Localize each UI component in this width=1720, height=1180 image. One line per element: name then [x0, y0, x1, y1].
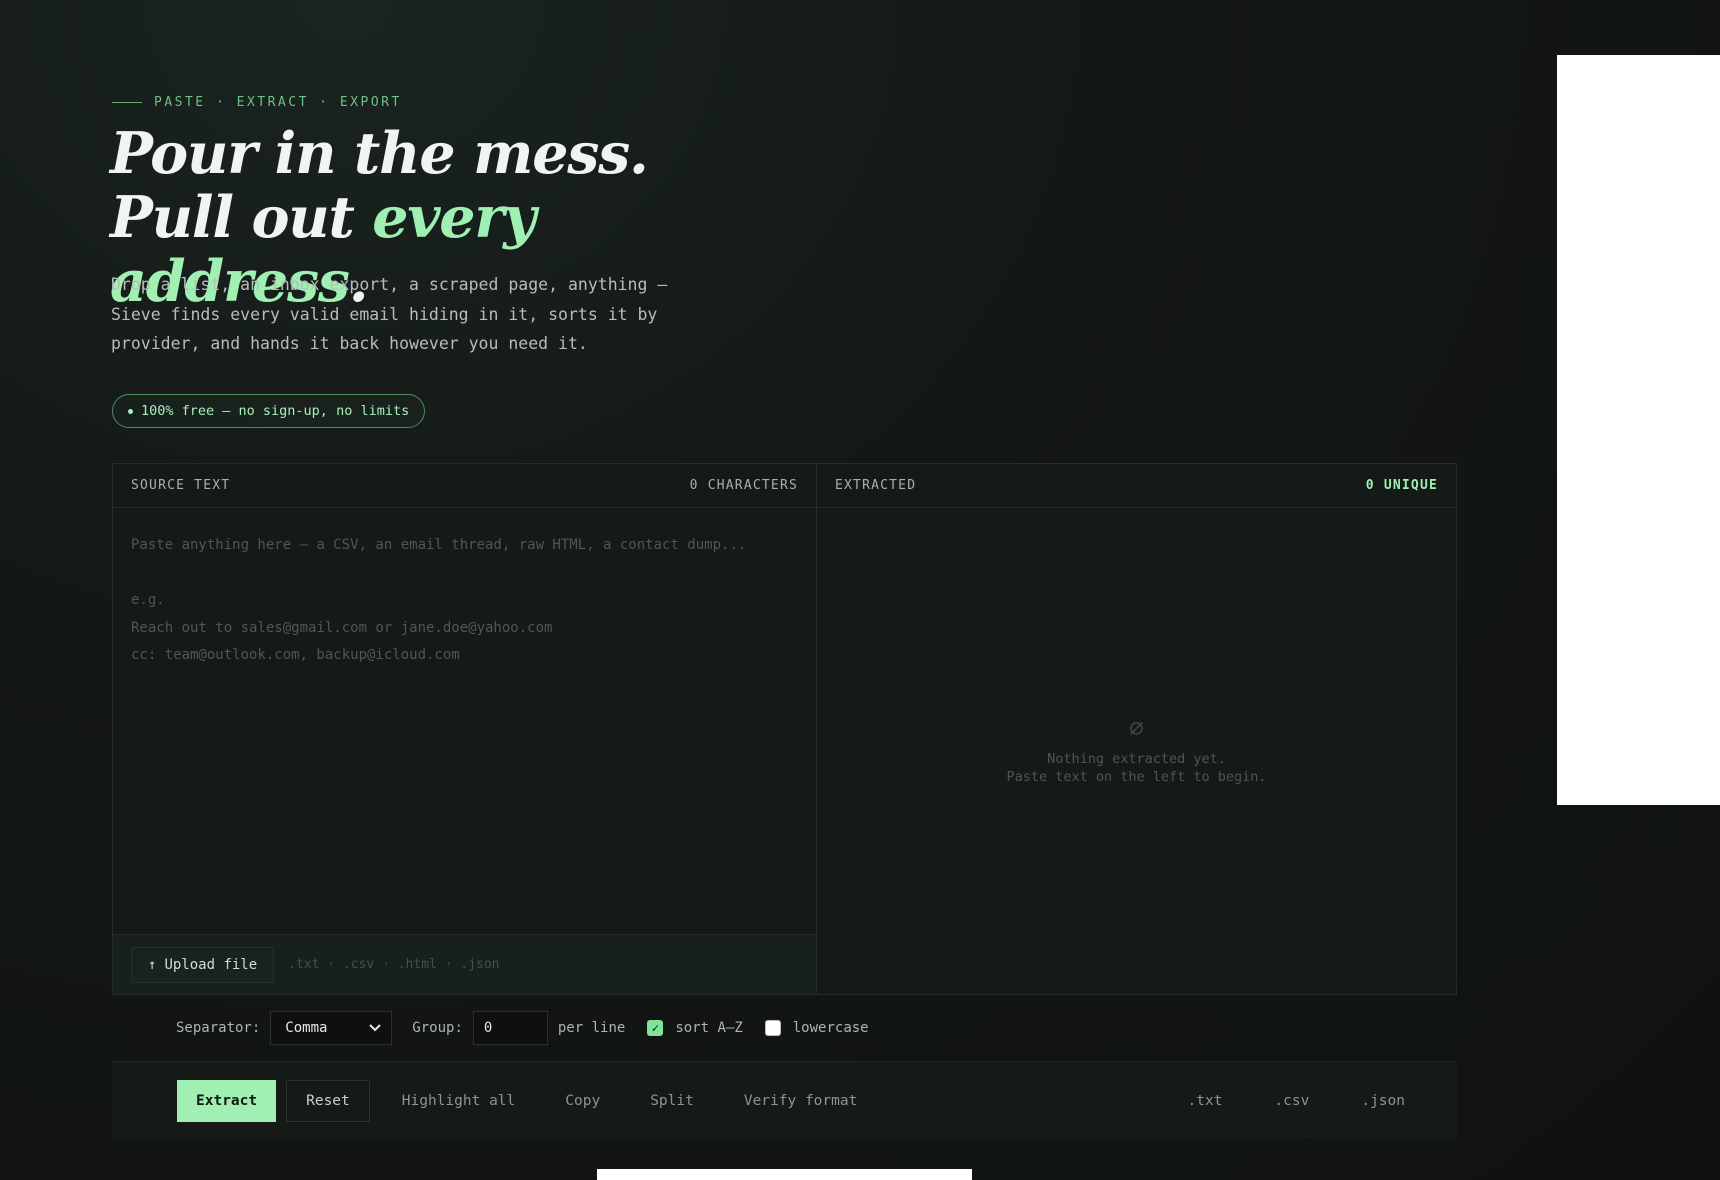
- upload-arrow-icon: ↑: [148, 956, 157, 973]
- empty-line-1: Nothing extracted yet.: [1047, 751, 1226, 767]
- upload-file-button[interactable]: ↑ Upload file: [131, 946, 275, 983]
- group-label: Group:: [412, 1020, 463, 1036]
- overlay-panel-right: [1557, 55, 1720, 805]
- badge-text: 100% free — no sign-up, no limits: [141, 403, 410, 419]
- verify-format-button[interactable]: Verify format: [722, 1080, 880, 1122]
- source-label: SOURCE TEXT: [131, 478, 231, 493]
- empty-line-2: Paste text on the left to begin.: [1006, 769, 1267, 785]
- sort-toggle[interactable]: ✓ sort A–Z: [647, 1020, 743, 1036]
- sort-checkbox[interactable]: ✓: [647, 1020, 664, 1036]
- extract-button[interactable]: Extract: [177, 1079, 277, 1122]
- workspace: SOURCE TEXT 0 CHARACTERS Paste anything …: [112, 463, 1457, 995]
- lowercase-toggle[interactable]: lowercase: [764, 1020, 869, 1036]
- per-line-label: per line: [557, 1020, 626, 1036]
- extracted-header: EXTRACTED 0 UNIQUE: [817, 464, 1456, 508]
- source-header: SOURCE TEXT 0 CHARACTERS: [113, 464, 816, 508]
- sort-label: sort A–Z: [675, 1020, 743, 1036]
- chevron-down-icon: [369, 1024, 382, 1032]
- character-count: 0 CHARACTERS: [689, 478, 798, 493]
- export-json-button[interactable]: .json: [1361, 1093, 1405, 1109]
- copy-button[interactable]: Copy: [543, 1080, 622, 1122]
- export-csv-button[interactable]: .csv: [1274, 1093, 1309, 1109]
- badge-dot-icon: [128, 408, 133, 414]
- free-badge: 100% free — no sign-up, no limits: [112, 394, 426, 428]
- separator-value: Comma: [285, 1020, 328, 1036]
- export-txt-button[interactable]: .txt: [1188, 1093, 1223, 1109]
- extracted-label: EXTRACTED: [835, 478, 917, 493]
- reset-button[interactable]: Reset: [286, 1079, 370, 1122]
- options-bar: Separator: Comma Group: 0 per line ✓ sor…: [176, 1011, 869, 1045]
- eyebrow: PASTE · EXTRACT · EXPORT: [112, 95, 402, 110]
- eyebrow-text: PASTE · EXTRACT · EXPORT: [154, 95, 402, 110]
- separator-select[interactable]: Comma: [270, 1011, 393, 1045]
- eyebrow-line: [112, 102, 142, 103]
- highlight-all-button[interactable]: Highlight all: [380, 1080, 538, 1122]
- group-input[interactable]: 0: [472, 1011, 548, 1045]
- source-textarea[interactable]: Paste anything here — a CSV, an email th…: [131, 532, 746, 670]
- source-pane: SOURCE TEXT 0 CHARACTERS Paste anything …: [113, 464, 817, 994]
- upload-bar: ↑ Upload file .txt · .csv · .html · .jso…: [113, 934, 816, 994]
- separator-label: Separator:: [176, 1020, 261, 1036]
- unique-count: 0 UNIQUE: [1365, 478, 1438, 493]
- action-bar: Extract Reset Highlight all Copy Split V…: [112, 1061, 1457, 1139]
- lowercase-checkbox[interactable]: [764, 1020, 781, 1036]
- split-button[interactable]: Split: [628, 1080, 716, 1122]
- empty-set-icon: ∅: [1129, 714, 1144, 742]
- upload-label: Upload file: [164, 956, 258, 973]
- extracted-pane: EXTRACTED 0 UNIQUE ∅ Nothing extracted y…: [817, 464, 1456, 994]
- overlay-panel-bottom: [597, 1169, 972, 1180]
- intro-text: Drop a list, an inbox export, a scraped …: [111, 275, 668, 353]
- supported-formats: .txt · .csv · .html · .json: [288, 957, 500, 972]
- empty-state: ∅ Nothing extracted yet. Paste text on t…: [817, 712, 1456, 786]
- lowercase-label: lowercase: [792, 1020, 869, 1036]
